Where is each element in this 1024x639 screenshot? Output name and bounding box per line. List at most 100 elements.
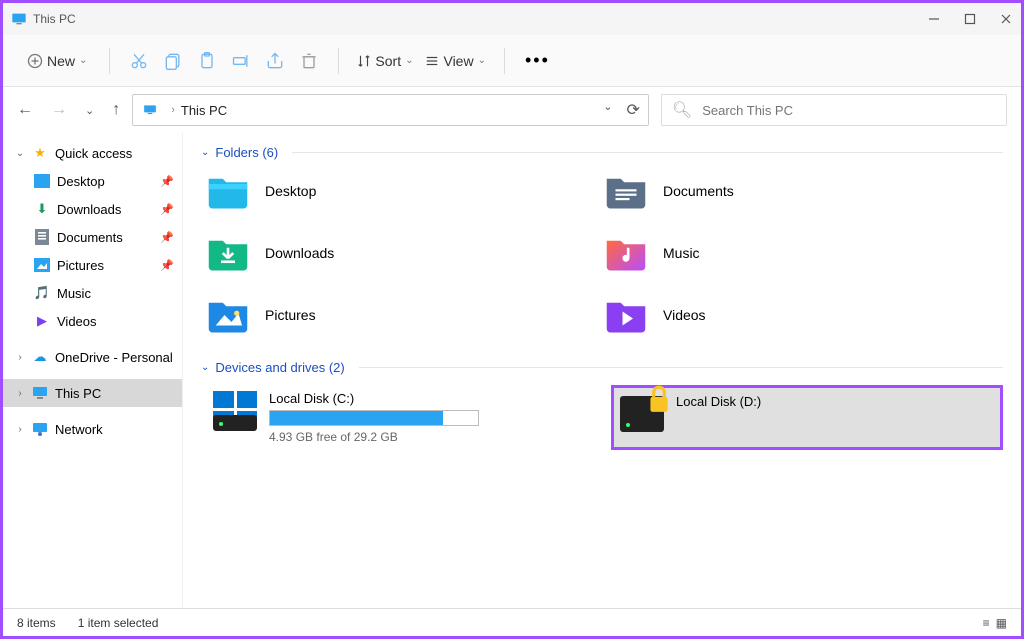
view-button[interactable]: View ⌄ xyxy=(419,53,491,69)
this-pc-icon xyxy=(141,103,159,117)
refresh-button[interactable]: ⟳ xyxy=(626,100,639,120)
star-icon: ★ xyxy=(31,144,49,162)
pin-icon: 📌 xyxy=(160,203,174,216)
chevron-down-icon: ⌄ xyxy=(478,55,486,66)
folder-documents[interactable]: Documents xyxy=(605,170,1003,212)
tree-pictures[interactable]: Pictures 📌 xyxy=(3,251,182,279)
cloud-icon: ☁ xyxy=(31,348,49,366)
up-button[interactable]: ↑ xyxy=(112,101,120,119)
recent-locations-button[interactable]: ⌄ xyxy=(85,104,94,117)
new-button-label: New xyxy=(47,53,75,69)
chevron-down-icon: ⌄ xyxy=(201,147,209,158)
search-box[interactable]: 🔍︎ xyxy=(661,94,1007,126)
forward-button[interactable]: → xyxy=(51,101,67,119)
close-button[interactable] xyxy=(999,12,1013,26)
navigation-row: ← → ⌄ ↑ › This PC ⌄ ⟳ 🔍︎ xyxy=(3,87,1021,133)
tree-music[interactable]: 🎵 Music xyxy=(3,279,182,307)
view-label: View xyxy=(443,53,473,69)
cut-button[interactable] xyxy=(122,44,156,78)
breadcrumb[interactable]: This PC xyxy=(181,103,227,118)
folder-pictures[interactable]: Pictures xyxy=(207,294,605,336)
tree-label: Documents xyxy=(57,230,123,245)
copy-button[interactable] xyxy=(156,44,190,78)
more-button[interactable]: ••• xyxy=(517,50,558,71)
status-item-count: 8 items xyxy=(17,616,56,630)
tree-this-pc[interactable]: › This PC xyxy=(3,379,182,407)
back-button[interactable]: ← xyxy=(17,101,33,119)
new-button[interactable]: New ⌄ xyxy=(17,47,97,75)
drive-name: Local Disk (C:) xyxy=(269,391,479,406)
pin-icon: 📌 xyxy=(160,231,174,244)
drive-free-text: 4.93 GB free of 29.2 GB xyxy=(269,430,479,444)
group-header-drives[interactable]: ⌄ Devices and drives (2) xyxy=(201,360,1003,375)
chevron-down-icon: ⌄ xyxy=(15,148,25,159)
chevron-down-icon: ⌄ xyxy=(201,362,209,373)
pin-icon: 📌 xyxy=(160,259,174,272)
tree-label: Pictures xyxy=(57,258,104,273)
drive-name: Local Disk (D:) xyxy=(676,394,761,409)
chevron-down-icon: ⌄ xyxy=(79,55,87,66)
title-bar: This PC xyxy=(3,3,1021,35)
tree-label: Downloads xyxy=(57,202,121,217)
sort-label: Sort xyxy=(375,53,401,69)
pictures-folder-icon xyxy=(207,294,249,336)
chevron-right-icon: › xyxy=(15,352,25,363)
folder-downloads[interactable]: Downloads xyxy=(207,232,605,274)
folder-label: Downloads xyxy=(265,245,334,261)
folder-label: Videos xyxy=(663,307,706,323)
tree-desktop[interactable]: Desktop 📌 xyxy=(3,167,182,195)
group-header-label: Devices and drives (2) xyxy=(215,360,344,375)
tree-documents[interactable]: Documents 📌 xyxy=(3,223,182,251)
desktop-folder-icon xyxy=(207,170,249,212)
maximize-button[interactable] xyxy=(963,12,977,26)
sort-button[interactable]: Sort ⌄ xyxy=(351,53,419,69)
paste-button[interactable] xyxy=(190,44,224,78)
document-icon xyxy=(33,228,51,246)
folder-label: Pictures xyxy=(265,307,316,323)
tree-label: This PC xyxy=(55,386,101,401)
chevron-right-icon: › xyxy=(15,424,25,435)
tree-label: Quick access xyxy=(55,146,132,161)
pictures-icon xyxy=(33,256,51,274)
tree-videos[interactable]: ▶ Videos xyxy=(3,307,182,335)
music-folder-icon xyxy=(605,232,647,274)
folder-desktop[interactable]: Desktop xyxy=(207,170,605,212)
pin-icon: 📌 xyxy=(160,175,174,188)
tree-label: Network xyxy=(55,422,103,437)
tiles-view-button[interactable]: ▦ xyxy=(996,616,1007,630)
music-icon: 🎵 xyxy=(33,284,51,302)
tree-network[interactable]: › Network xyxy=(3,415,182,443)
search-input[interactable] xyxy=(702,103,996,118)
delete-button[interactable] xyxy=(292,44,326,78)
breadcrumb-separator: › xyxy=(171,104,175,116)
tree-label: Music xyxy=(57,286,91,301)
separator xyxy=(338,48,339,74)
drive-c[interactable]: Local Disk (C:) 4.93 GB free of 29.2 GB xyxy=(207,385,599,450)
download-icon: ⬇ xyxy=(33,200,51,218)
folder-videos[interactable]: Videos xyxy=(605,294,1003,336)
folder-label: Desktop xyxy=(265,183,316,199)
folder-music[interactable]: Music xyxy=(605,232,1003,274)
tree-onedrive[interactable]: › ☁ OneDrive - Personal xyxy=(3,343,182,371)
status-bar: 8 items 1 item selected ≡ ▦ xyxy=(3,608,1021,636)
window-title: This PC xyxy=(33,12,76,26)
share-button[interactable] xyxy=(258,44,292,78)
drive-d[interactable]: Local Disk (D:) xyxy=(611,385,1003,450)
rename-button[interactable] xyxy=(224,44,258,78)
tree-label: Videos xyxy=(57,314,97,329)
tree-label: OneDrive - Personal xyxy=(55,350,173,365)
folder-label: Music xyxy=(663,245,700,261)
drive-usage-bar xyxy=(269,410,479,426)
details-view-button[interactable]: ≡ xyxy=(983,616,990,630)
group-header-folders[interactable]: ⌄ Folders (6) xyxy=(201,145,1003,160)
address-bar[interactable]: › This PC ⌄ ⟳ xyxy=(132,94,649,126)
address-dropdown-button[interactable]: ⌄ xyxy=(603,100,612,120)
command-bar: New ⌄ Sort ⌄ View ⌄ ••• xyxy=(3,35,1021,87)
tree-quick-access[interactable]: ⌄ ★ Quick access xyxy=(3,139,182,167)
tree-downloads[interactable]: ⬇ Downloads 📌 xyxy=(3,195,182,223)
plus-circle-icon xyxy=(27,53,43,69)
chevron-down-icon: ⌄ xyxy=(405,55,413,66)
minimize-button[interactable] xyxy=(927,12,941,26)
search-icon: 🔍︎ xyxy=(672,100,692,120)
view-icon xyxy=(425,54,439,68)
